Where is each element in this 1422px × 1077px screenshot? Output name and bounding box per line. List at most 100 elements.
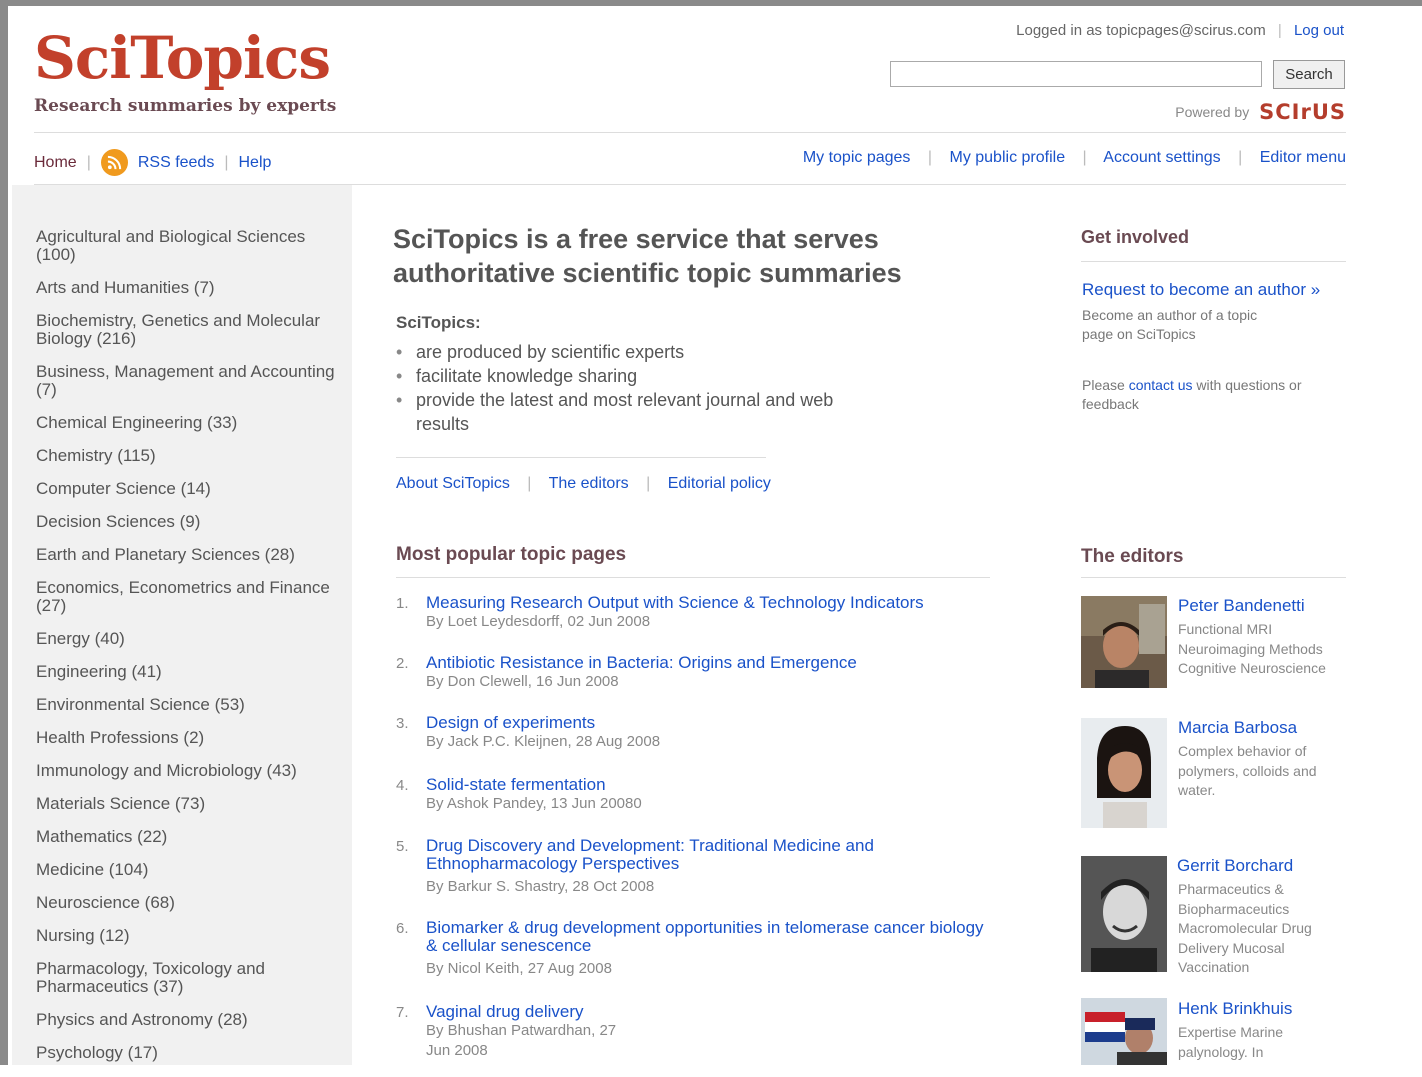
editor-description: Complex behavior of polymers, colloids a…	[1178, 743, 1317, 798]
popular-item-byline: By Barkur S. Shastry, 28 Oct 2008	[426, 878, 655, 895]
window-frame-left	[0, 6, 8, 1065]
category-link[interactable]: Pharmacology, Toxicology and Pharmaceuti…	[36, 960, 336, 996]
separator: |	[927, 149, 933, 166]
separator: |	[86, 153, 91, 171]
popular-item-byline: By Bhushan Patwardhan, 27 Jun 2008	[426, 1022, 617, 1059]
category-link[interactable]: Chemistry (115)	[36, 447, 336, 465]
popular-item-byline: By Loet Leydesdorff, 02 Jun 2008	[426, 613, 651, 630]
popular-item-title[interactable]: Drug Discovery and Development: Traditio…	[426, 837, 986, 873]
category-link[interactable]: Computer Science (14)	[36, 480, 336, 498]
nav-account-settings[interactable]: Account settings	[1103, 149, 1220, 166]
popular-item: 4. Solid-state fermentation By Ashok Pan…	[396, 776, 986, 814]
popular-item-byline: By Nicol Keith, 27 Aug 2008	[426, 960, 612, 977]
category-link[interactable]: Arts and Humanities (7)	[36, 279, 336, 297]
editor-name[interactable]: Henk Brinkhuis	[1178, 999, 1292, 1019]
page-title: SciTopics is a free service that serves …	[393, 224, 902, 288]
category-link[interactable]: Decision Sciences (9)	[36, 513, 336, 531]
popular-item-title[interactable]: Biomarker & drug development opportuniti…	[426, 919, 986, 955]
category-link[interactable]: Immunology and Microbiology (43)	[36, 762, 336, 780]
popular-item-number: 1.	[396, 595, 409, 612]
popular-item-number: 6.	[396, 920, 409, 937]
category-link[interactable]: Neuroscience (68)	[36, 894, 336, 912]
intro-bullet: are produced by scientific experts	[396, 340, 836, 364]
category-list: Agricultural and Biological Sciences (10…	[36, 228, 336, 1077]
category-link[interactable]: Mathematics (22)	[36, 828, 336, 846]
popular-item-title[interactable]: Antibiotic Resistance in Bacteria: Origi…	[426, 654, 986, 672]
category-link[interactable]: Nursing (12)	[36, 927, 336, 945]
category-link[interactable]: Earth and Planetary Sciences (28)	[36, 546, 336, 564]
nav-home-link[interactable]: Home	[34, 154, 77, 172]
nav-editor-menu[interactable]: Editor menu	[1260, 149, 1346, 166]
popular-item-title[interactable]: Measuring Research Output with Science &…	[426, 594, 986, 612]
rss-icon[interactable]	[100, 149, 128, 176]
about-scitopics-link[interactable]: About SciTopics	[396, 475, 510, 492]
editorial-policy-link[interactable]: Editorial policy	[668, 475, 771, 492]
logged-in-email: topicpages@scirus.com	[1106, 22, 1266, 39]
popular-divider	[396, 577, 990, 578]
separator: |	[1082, 149, 1087, 166]
editor-card: Marcia Barbosa Complex behavior of polym…	[1081, 718, 1346, 830]
editor-description: Pharmaceutics & Biopharmaceutics Macromo…	[1178, 881, 1312, 975]
popular-item-title[interactable]: Vaginal drug delivery	[426, 1003, 986, 1021]
get-involved-heading: Get involved	[1081, 227, 1190, 247]
login-status: Logged in as topicpages@scirus.com | Log…	[1016, 22, 1344, 39]
window-frame-top	[0, 0, 1422, 6]
intro-bullet: provide the latest and most relevant jou…	[396, 388, 836, 436]
nav-my-topic-pages[interactable]: My topic pages	[803, 149, 911, 166]
category-link[interactable]: Biochemistry, Genetics and Molecular Bio…	[36, 312, 336, 348]
separator: |	[224, 153, 229, 171]
intro-divider	[396, 457, 766, 458]
scirus-logo[interactable]: SCIrUS	[1259, 100, 1346, 124]
popular-item-title[interactable]: Design of experiments	[426, 714, 986, 732]
logout-link[interactable]: Log out	[1294, 22, 1344, 39]
category-link[interactable]: Health Professions (2)	[36, 729, 336, 747]
category-link[interactable]: Physics and Astronomy (28)	[36, 1011, 336, 1029]
popular-item-number: 4.	[396, 777, 409, 794]
category-link[interactable]: Materials Science (73)	[36, 795, 336, 813]
the-editors-link[interactable]: The editors	[549, 475, 629, 492]
contact-text: Please contact us with questions or feed…	[1082, 376, 1322, 414]
popular-item-number: 2.	[396, 655, 409, 672]
editor-photo[interactable]	[1081, 596, 1167, 688]
category-link[interactable]: Business, Management and Accounting (7)	[36, 363, 336, 399]
contact-prefix: Please	[1082, 377, 1125, 393]
account-nav: My topic pages | My public profile | Acc…	[803, 149, 1346, 167]
popular-item-number: 5.	[396, 838, 409, 855]
popular-item-byline: By Don Clewell, 16 Jun 2008	[426, 673, 619, 690]
nav-help-link[interactable]: Help	[238, 154, 271, 172]
separator: |	[1277, 22, 1282, 39]
search-button[interactable]: Search	[1273, 60, 1345, 89]
category-link[interactable]: Energy (40)	[36, 630, 336, 648]
intro-bullets: are produced by scientific experts facil…	[396, 340, 836, 436]
category-link[interactable]: Economics, Econometrics and Finance (27)	[36, 579, 336, 615]
editor-name[interactable]: Gerrit Borchard	[1177, 856, 1293, 876]
nav-rss-link[interactable]: RSS feeds	[138, 154, 214, 172]
editor-photo[interactable]	[1081, 998, 1167, 1065]
editor-photo[interactable]	[1081, 718, 1167, 828]
request-author-link[interactable]: Request to become an author »	[1082, 280, 1320, 300]
category-link[interactable]: Engineering (41)	[36, 663, 336, 681]
site-logo[interactable]: SciTopics	[34, 26, 331, 90]
editor-name[interactable]: Peter Bandenetti	[1178, 596, 1305, 616]
popular-item-byline: By Ashok Pandey, 13 Jun 20080	[426, 795, 642, 812]
category-link[interactable]: Agricultural and Biological Sciences (10…	[36, 228, 336, 264]
nav-my-public-profile[interactable]: My public profile	[949, 149, 1065, 166]
popular-item: 6. Biomarker & drug development opportun…	[396, 919, 986, 979]
popular-item: 1. Measuring Research Output with Scienc…	[396, 594, 986, 632]
popular-item: 7. Vaginal drug delivery By Bhushan Patw…	[396, 1003, 986, 1061]
category-link[interactable]: Psychology (17)	[36, 1044, 336, 1062]
category-link[interactable]: Environmental Science (53)	[36, 696, 336, 714]
editors-heading: The editors	[1081, 546, 1184, 567]
powered-by: Powered by SCIrUS	[1175, 100, 1346, 124]
popular-item-title[interactable]: Solid-state fermentation	[426, 776, 986, 794]
editor-name[interactable]: Marcia Barbosa	[1178, 718, 1297, 738]
editor-photo[interactable]	[1081, 856, 1167, 972]
category-link[interactable]: Chemical Engineering (33)	[36, 414, 336, 432]
category-link[interactable]: Medicine (104)	[36, 861, 336, 879]
popular-list: 1. Measuring Research Output with Scienc…	[396, 594, 986, 1061]
separator: |	[527, 475, 532, 492]
contact-us-link[interactable]: contact us	[1129, 377, 1193, 393]
popular-item: 3. Design of experiments By Jack P.C. Kl…	[396, 714, 986, 752]
separator: |	[646, 475, 651, 492]
search-input[interactable]	[890, 61, 1262, 87]
